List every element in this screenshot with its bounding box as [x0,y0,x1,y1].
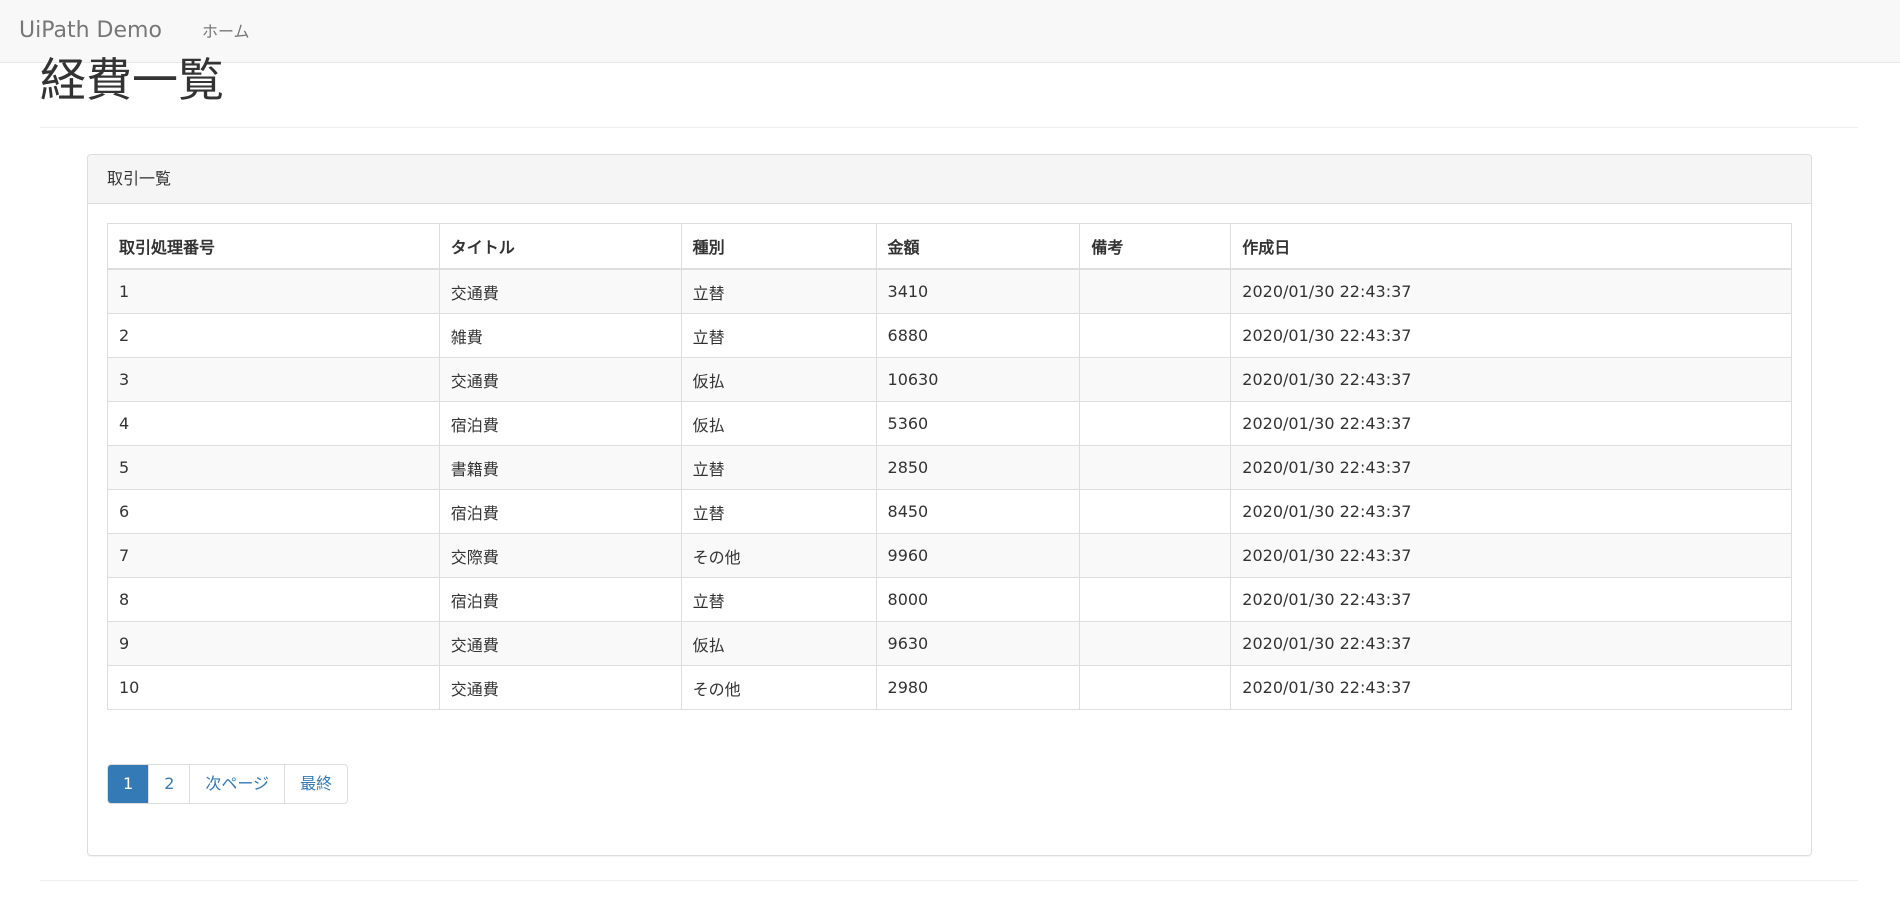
last-page-button[interactable]: 最終 [284,765,348,803]
cell-transaction-number: 10 [107,665,440,710]
cell-title: 交通費 [438,665,682,710]
table-row: 8 宿泊費 立替 8000 2020/01/30 22:43:37 [107,577,1792,622]
cell-amount: 3410 [875,268,1081,314]
table-row: 10 交通費 その他 2980 2020/01/30 22:43:37 [107,665,1792,710]
cell-transaction-number: 7 [107,533,440,578]
cell-title: 宿泊費 [438,577,682,622]
cell-notes [1079,665,1232,710]
table-row: 4 宿泊費 仮払 5360 2020/01/30 22:43:37 [107,401,1792,446]
cell-type: その他 [680,533,877,578]
footer-divider [40,880,1858,881]
cell-amount: 8000 [875,577,1081,622]
column-header-notes: 備考 [1079,223,1232,270]
cell-type: 仮払 [680,357,877,402]
column-header-title: タイトル [438,223,682,270]
cell-type: 立替 [680,577,877,622]
cell-type: 立替 [680,268,877,314]
page-2-button[interactable]: 2 [148,765,190,803]
cell-notes [1079,357,1232,402]
cell-type: その他 [680,665,877,710]
cell-created-date: 2020/01/30 22:43:37 [1230,313,1792,358]
page-1-button[interactable]: 1 [108,765,149,803]
table-header-row: 取引処理番号 タイトル 種別 金額 備考 作成日 [107,223,1792,270]
cell-transaction-number: 9 [107,621,440,666]
cell-title: 交際費 [438,533,682,578]
cell-transaction-number: 1 [107,268,440,314]
brand-link[interactable]: UiPath Demo [19,17,162,45]
top-navbar: UiPath Demo ホーム [0,0,1900,63]
column-header-type: 種別 [680,223,877,270]
title-divider [40,127,1858,128]
table-row: 1 交通費 立替 3410 2020/01/30 22:43:37 [107,268,1792,314]
cell-type: 立替 [680,313,877,358]
cell-transaction-number: 6 [107,489,440,534]
cell-created-date: 2020/01/30 22:43:37 [1230,401,1792,446]
cell-transaction-number: 2 [107,313,440,358]
column-header-amount: 金額 [875,223,1081,270]
cell-amount: 5360 [875,401,1081,446]
next-page-button[interactable]: 次ページ [189,765,285,803]
table-row: 9 交通費 仮払 9630 2020/01/30 22:43:37 [107,621,1792,666]
cell-title: 宿泊費 [438,489,682,534]
pagination: 1 2 次ページ 最終 [107,764,349,804]
table-row: 3 交通費 仮払 10630 2020/01/30 22:43:37 [107,357,1792,402]
cell-notes [1079,533,1232,578]
table-row: 5 書籍費 立替 2850 2020/01/30 22:43:37 [107,445,1792,490]
cell-notes [1079,621,1232,666]
table-row: 2 雑費 立替 6880 2020/01/30 22:43:37 [107,313,1792,358]
cell-title: 交通費 [438,621,682,666]
cell-transaction-number: 3 [107,357,440,402]
panel-heading: 取引一覧 [88,155,1811,204]
cell-notes [1079,313,1232,358]
cell-title: 宿泊費 [438,401,682,446]
cell-created-date: 2020/01/30 22:43:37 [1230,665,1792,710]
cell-notes [1079,577,1232,622]
cell-type: 立替 [680,445,877,490]
cell-type: 仮払 [680,401,877,446]
table-row: 6 宿泊費 立替 8450 2020/01/30 22:43:37 [107,489,1792,534]
cell-title: 交通費 [438,357,682,402]
cell-amount: 9630 [875,621,1081,666]
cell-title: 交通費 [438,268,682,314]
page-title: 経費一覧 [40,53,224,107]
cell-created-date: 2020/01/30 22:43:37 [1230,533,1792,578]
cell-amount: 6880 [875,313,1081,358]
cell-amount: 10630 [875,357,1081,402]
cell-type: 立替 [680,489,877,534]
nav-home-link[interactable]: ホーム [202,21,250,43]
cell-created-date: 2020/01/30 22:43:37 [1230,489,1792,534]
cell-amount: 2980 [875,665,1081,710]
cell-created-date: 2020/01/30 22:43:37 [1230,577,1792,622]
transactions-panel: 取引一覧 取引処理番号 タイトル 種別 金額 備考 作成日 1 交通費 立替 3410… [87,154,1812,856]
cell-title: 雑費 [438,313,682,358]
cell-notes [1079,401,1232,446]
cell-created-date: 2020/01/30 22:43:37 [1230,445,1792,490]
column-header-transaction-number: 取引処理番号 [107,223,440,270]
cell-notes [1079,268,1232,314]
cell-transaction-number: 5 [107,445,440,490]
cell-amount: 8450 [875,489,1081,534]
transactions-table: 取引処理番号 タイトル 種別 金額 備考 作成日 1 交通費 立替 3410 2020/… [107,223,1792,710]
table-row: 7 交際費 その他 9960 2020/01/30 22:43:37 [107,533,1792,578]
cell-notes [1079,489,1232,534]
cell-amount: 9960 [875,533,1081,578]
cell-created-date: 2020/01/30 22:43:37 [1230,268,1792,314]
cell-type: 仮払 [680,621,877,666]
cell-created-date: 2020/01/30 22:43:37 [1230,621,1792,666]
cell-title: 書籍費 [438,445,682,490]
column-header-created-date: 作成日 [1230,223,1792,270]
cell-transaction-number: 8 [107,577,440,622]
cell-notes [1079,445,1232,490]
cell-created-date: 2020/01/30 22:43:37 [1230,357,1792,402]
cell-transaction-number: 4 [107,401,440,446]
cell-amount: 2850 [875,445,1081,490]
